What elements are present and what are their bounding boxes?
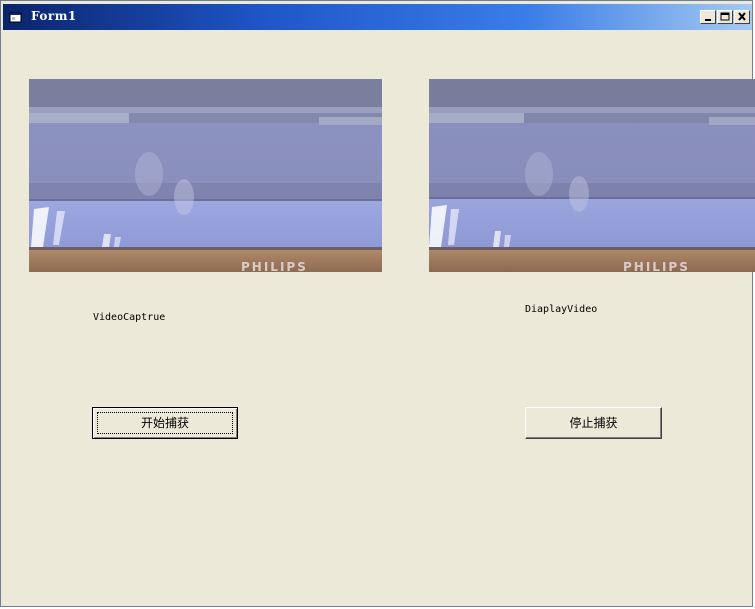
form-window: Form1 PHILIPS PHILIPS VideoCaptrue Diapl… <box>0 0 755 607</box>
start-capture-button[interactable]: 开始捕获 <box>92 407 238 439</box>
video-capture-frame: PHILIPS <box>29 79 382 272</box>
stop-capture-button[interactable]: 停止捕获 <box>525 407 662 439</box>
maximize-icon <box>720 12 730 21</box>
minimize-icon <box>705 19 711 21</box>
video-capture-label: VideoCaptrue <box>93 312 166 323</box>
minimize-button[interactable] <box>700 10 716 24</box>
focus-rectangle <box>97 412 233 434</box>
close-icon <box>738 12 746 21</box>
close-button[interactable] <box>734 10 750 24</box>
maximize-button[interactable] <box>717 10 733 24</box>
window-title: Form1 <box>31 9 77 23</box>
form-icon[interactable] <box>9 10 23 24</box>
video-brand-label: PHILIPS <box>241 260 308 272</box>
video-display-label: DiaplayVideo <box>525 304 598 315</box>
stop-capture-label: 停止捕获 <box>569 416 618 430</box>
title-bar[interactable]: Form1 <box>3 4 752 30</box>
video-display-frame: PHILIPS <box>429 79 755 272</box>
video-brand-label: PHILIPS <box>623 260 690 272</box>
